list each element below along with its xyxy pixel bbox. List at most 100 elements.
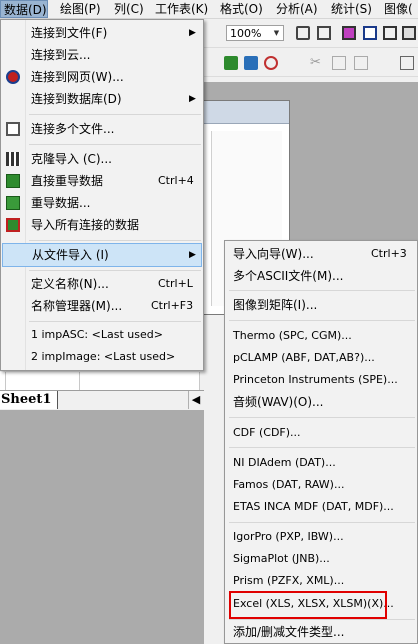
menu-separator (29, 321, 201, 322)
menu-item-label: 定义名称(N)... (31, 277, 109, 291)
menu-separator (229, 522, 415, 523)
menu-item-recent-1[interactable]: 1 impASC: <Last used> (1, 324, 203, 346)
submenu-item-cdf[interactable]: CDF (CDF)... (225, 422, 417, 444)
sheet-tab[interactable]: Sheet1 (0, 391, 58, 409)
menu-item-label: 连接到网页(W)... (31, 70, 124, 84)
submenu-item-prism[interactable]: Prism (PZFX, XML)... (225, 570, 417, 592)
copy-icon[interactable] (332, 56, 346, 70)
submenu-item-princeton[interactable]: Princeton Instruments (SPE)... (225, 369, 417, 391)
zoom-combo[interactable]: 100% ▼ (226, 25, 284, 41)
menu-item-shortcut: Ctrl+3 (371, 247, 407, 260)
menu-item-import-from-file[interactable]: 从文件导入 (I) ▶ (2, 243, 202, 267)
menu-separator (229, 417, 415, 418)
menu-image[interactable]: 图像( (384, 0, 413, 18)
sheet-tab-strip: Sheet1 (0, 390, 204, 411)
menu-item-label: 重导数据... (31, 196, 91, 210)
menu-item-label: 音频(WAV)(O)... (233, 395, 324, 409)
submenu-item-pclamp[interactable]: pCLAMP (ABF, DAT,AB?)... (225, 347, 417, 369)
grid-icon[interactable] (400, 56, 414, 70)
submenu-item-add-remove-filetypes[interactable]: 添加/删减文件类型... (225, 621, 417, 643)
submenu-item-igorpro[interactable]: IgorPro (PXP, IBW)... (225, 526, 417, 548)
menu-item-define-name[interactable]: 定义名称(N)... Ctrl+L (1, 273, 203, 295)
menu-plot[interactable]: 绘图(P) (60, 0, 101, 18)
menu-item-label: 连接到数据库(D) (31, 92, 122, 106)
menu-item-connect-database[interactable]: 连接到数据库(D) ▶ (1, 88, 203, 110)
menu-item-connect-multiple[interactable]: 连接多个文件... (1, 118, 203, 140)
menu-statistics[interactable]: 统计(S) (331, 0, 372, 18)
worksheet-titlebar[interactable] (201, 101, 289, 124)
submenu-item-etas-inca[interactable]: ETAS INCA MDF (DAT, MDF)... (225, 496, 417, 518)
menu-item-reimport-direct[interactable]: 直接重导数据 Ctrl+4 (1, 170, 203, 192)
submenu-item-sigmaplot[interactable]: SigmaPlot (JNB)... (225, 548, 417, 570)
submenu-item-ni-diadem[interactable]: NI DIAdem (DAT)... (225, 452, 417, 474)
submenu-item-image-to-matrix[interactable]: 图像到矩阵(I)... (225, 294, 417, 316)
import-multiple-icon[interactable] (264, 56, 278, 70)
import-all-icon (6, 218, 20, 232)
submenu-arrow-icon: ▶ (189, 250, 196, 260)
menu-item-label: 直接重导数据 (31, 174, 104, 188)
menu-item-label: 1 impASC: <Last used> (31, 328, 163, 341)
menu-column[interactable]: 列(C) (114, 0, 144, 18)
menu-item-label: SigmaPlot (JNB)... (233, 552, 330, 565)
import-ascii-icon[interactable] (244, 56, 258, 70)
menu-item-recent-2[interactable]: 2 impImage: <Last used> (1, 346, 203, 368)
menu-item-label: 导入所有连接的数据 (31, 218, 140, 232)
menu-item-connect-file[interactable]: 连接到文件(F) ▶ (1, 22, 203, 44)
print-icon[interactable] (296, 26, 310, 40)
clone-import-icon (6, 152, 20, 166)
submenu-arrow-icon: ▶ (189, 28, 196, 38)
layout-icon[interactable] (342, 26, 356, 40)
menu-item-label: 导入向导(W)... (233, 247, 314, 261)
submenu-item-multiple-ascii[interactable]: 多个ASCII文件(M)... (225, 265, 417, 287)
cut-icon[interactable]: ✂ (310, 56, 324, 70)
multi-file-icon (6, 122, 20, 136)
menu-item-reimport[interactable]: 重导数据... (1, 192, 203, 214)
reimport-direct-icon (6, 174, 20, 188)
submenu-item-audio-wav[interactable]: 音频(WAV)(O)... (225, 391, 417, 413)
menu-item-label: 克隆导入 (C)... (31, 152, 113, 166)
menu-item-name-manager[interactable]: 名称管理器(M)... Ctrl+F3 (1, 295, 203, 317)
menu-separator (29, 144, 201, 145)
menu-format[interactable]: 格式(O) (220, 0, 263, 18)
submenu-item-import-wizard[interactable]: 导入向导(W)... Ctrl+3 (225, 243, 417, 265)
code-icon[interactable] (383, 26, 397, 40)
menu-separator (29, 240, 201, 241)
menu-item-clone-import[interactable]: 克隆导入 (C)... (1, 148, 203, 170)
menu-item-label: pCLAMP (ABF, DAT,AB?)... (233, 351, 375, 364)
submenu-item-famos[interactable]: Famos (DAT, RAW)... (225, 474, 417, 496)
worksheet-grid-row (0, 372, 200, 390)
menu-item-label: 多个ASCII文件(M)... (233, 269, 344, 283)
results-icon[interactable] (402, 26, 416, 40)
import-wizard-icon[interactable] (224, 56, 238, 70)
notes-icon[interactable] (363, 26, 377, 40)
reimport-icon (6, 196, 20, 210)
submenu-item-thermo[interactable]: Thermo (SPC, CGM)... (225, 325, 417, 347)
menu-item-label: 添加/删减文件类型... (233, 625, 345, 639)
menu-item-shortcut: Ctrl+4 (158, 174, 194, 187)
menu-item-label: Princeton Instruments (SPE)... (233, 373, 398, 386)
menu-item-label: Famos (DAT, RAW)... (233, 478, 345, 491)
menu-worksheet[interactable]: 工作表(K) (155, 0, 208, 18)
menu-separator (229, 320, 415, 321)
submenu-arrow-icon: ▶ (189, 94, 196, 104)
menu-item-label: ETAS INCA MDF (DAT, MDF)... (233, 500, 394, 513)
menu-item-connect-web[interactable]: 连接到网页(W)... (1, 66, 203, 88)
menu-item-label: 图像到矩阵(I)... (233, 298, 318, 312)
menu-separator (229, 447, 415, 448)
menu-item-label: Thermo (SPC, CGM)... (233, 329, 352, 342)
grid-cell[interactable] (6, 372, 80, 390)
menu-data[interactable]: 数据(D) (0, 0, 48, 18)
menu-item-shortcut: Ctrl+L (158, 277, 193, 290)
menu-item-label: 2 impImage: <Last used> (31, 350, 176, 363)
data-menu: 连接到文件(F) ▶ 连接到云... 连接到网页(W)... 连接到数据库(D)… (0, 19, 204, 371)
menu-item-import-all-connected[interactable]: 导入所有连接的数据 (1, 214, 203, 236)
toolbar-standard: 100% ▼ (200, 19, 418, 48)
import-submenu: 导入向导(W)... Ctrl+3 多个ASCII文件(M)... 图像到矩阵(… (224, 240, 418, 644)
menu-item-connect-cloud[interactable]: 连接到云... (1, 44, 203, 66)
chevron-left-icon[interactable]: ◀ (188, 391, 203, 409)
menu-analysis[interactable]: 分析(A) (276, 0, 318, 18)
grid-cell[interactable] (80, 372, 200, 390)
export-icon[interactable] (317, 26, 331, 40)
paste-icon[interactable] (354, 56, 368, 70)
web-connect-icon (6, 70, 20, 84)
